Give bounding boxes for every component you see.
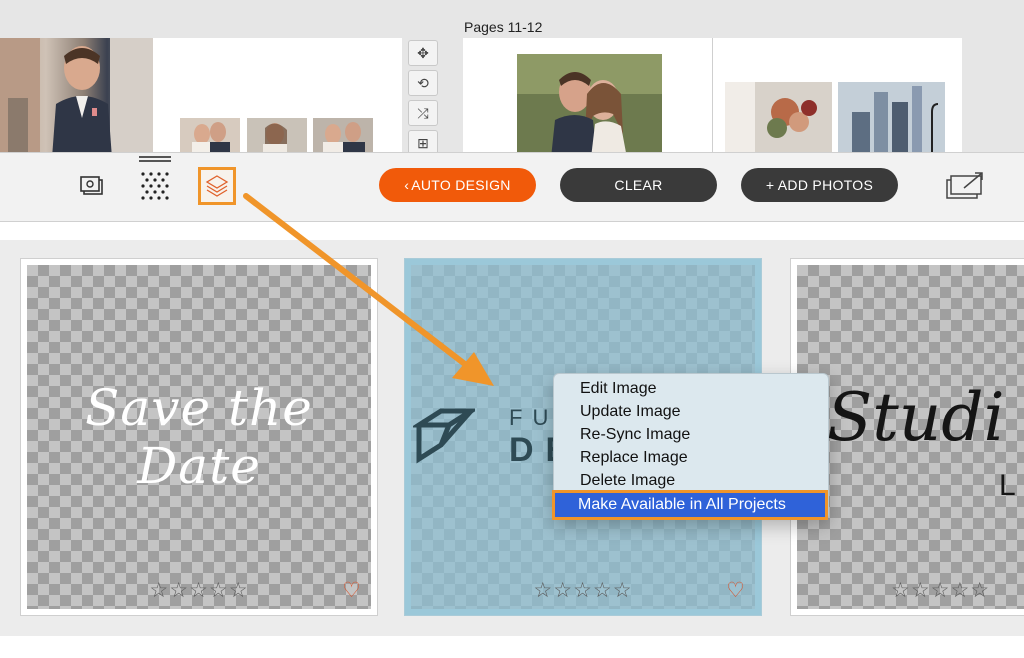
annotation-arrow bbox=[243, 193, 494, 386]
menu-item-update-image[interactable]: Update Image bbox=[580, 403, 681, 421]
menu-item-replace-image[interactable]: Replace Image bbox=[580, 449, 688, 467]
menu-item-delete-image[interactable]: Delete Image bbox=[580, 472, 675, 490]
menu-item-make-available-label: Make Available in All Projects bbox=[578, 496, 786, 513]
menu-item-edit-image[interactable]: Edit Image bbox=[580, 380, 656, 398]
context-menu: Edit Image Update Image Re-Sync Image Re… bbox=[552, 373, 829, 520]
menu-item-make-available-all-projects[interactable]: Make Available in All Projects bbox=[552, 490, 828, 520]
menu-item-resync-image[interactable]: Re-Sync Image bbox=[580, 426, 690, 444]
bottom-strip bbox=[0, 636, 1024, 658]
